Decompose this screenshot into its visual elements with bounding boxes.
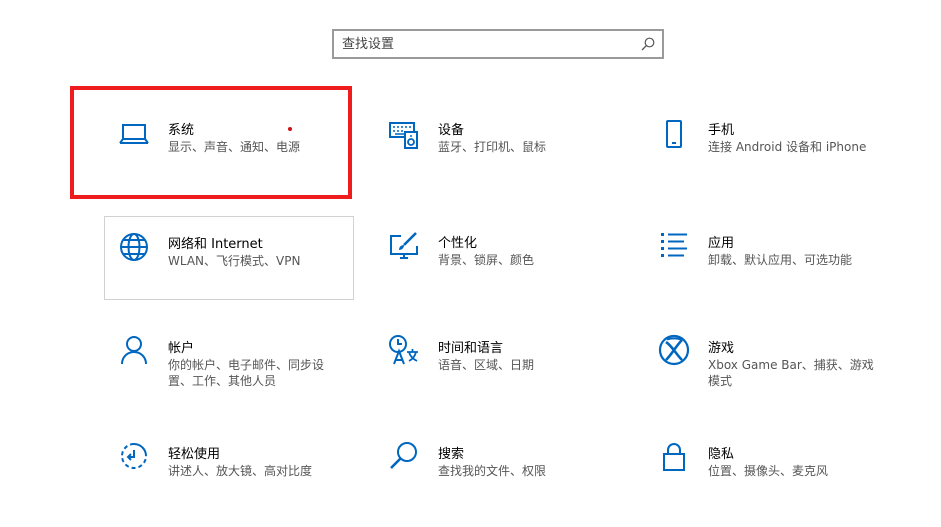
tile-title: 设备	[438, 123, 465, 138]
tile-description: 查找我的文件、权限	[438, 464, 547, 478]
person-icon	[118, 334, 150, 366]
search-input[interactable]	[342, 34, 632, 54]
tile-gaming[interactable]: 游戏 Xbox Game Bar、捕获、游戏模式	[644, 320, 894, 420]
tile-ease-of-access[interactable]: 轻松使用 讲述人、放大镜、高对比度	[104, 424, 354, 508]
tile-title: 隐私	[708, 447, 735, 462]
tile-phone[interactable]: 手机 连接 Android 设备和 iPhone	[644, 100, 894, 184]
tile-title: 轻松使用	[168, 447, 221, 462]
tile-title: 应用	[708, 236, 735, 251]
phone-icon	[658, 118, 690, 150]
globe-icon	[118, 231, 150, 263]
tile-time-language[interactable]: 时间和语言 语音、区域、日期	[374, 320, 624, 404]
tile-description: 蓝牙、打印机、鼠标	[438, 140, 547, 154]
tile-title: 帐户	[168, 341, 195, 356]
paint-monitor-icon	[388, 230, 420, 262]
tile-description: WLAN、飞行模式、VPN	[168, 254, 301, 268]
tile-devices[interactable]: 设备 蓝牙、打印机、鼠标	[374, 100, 624, 184]
tile-description: 卸载、默认应用、可选功能	[708, 253, 853, 267]
search-icon[interactable]	[640, 36, 656, 52]
tile-description: 连接 Android 设备和 iPhone	[708, 140, 867, 154]
tile-apps[interactable]: 应用 卸载、默认应用、可选功能	[644, 216, 894, 300]
clock-language-icon	[388, 334, 420, 366]
search-box[interactable]	[332, 29, 664, 59]
tile-title: 网络和 Internet	[168, 237, 263, 252]
tile-description: Xbox Game Bar、捕获、游戏模式	[708, 358, 874, 388]
highlight-box	[70, 86, 352, 199]
tile-title: 搜索	[438, 447, 465, 462]
tile-description: 语音、区域、日期	[438, 358, 535, 372]
tile-accounts[interactable]: 帐户 你的帐户、电子邮件、同步设置、工作、其他人员	[104, 320, 354, 420]
keyboard-speaker-icon	[388, 118, 420, 150]
lock-icon	[658, 440, 690, 472]
tile-description: 位置、摄像头、麦克风	[708, 464, 829, 478]
tile-title: 个性化	[438, 236, 478, 251]
tile-description: 你的帐户、电子邮件、同步设置、工作、其他人员	[168, 358, 325, 388]
tile-search[interactable]: 搜索 查找我的文件、权限	[374, 424, 624, 508]
tile-personalization[interactable]: 个性化 背景、锁屏、颜色	[374, 216, 624, 300]
tile-title: 手机	[708, 123, 735, 138]
annotation-dot	[288, 127, 292, 131]
tile-title: 游戏	[708, 341, 735, 356]
apps-list-icon	[658, 230, 690, 262]
tile-network[interactable]: 网络和 Internet WLAN、飞行模式、VPN	[104, 216, 354, 300]
tile-privacy[interactable]: 隐私 位置、摄像头、麦克风	[644, 424, 894, 508]
ease-of-access-icon	[118, 440, 150, 472]
xbox-icon	[658, 334, 690, 366]
magnifier-icon	[388, 440, 420, 472]
tile-title: 时间和语言	[438, 341, 504, 356]
tile-description: 讲述人、放大镜、高对比度	[168, 464, 313, 478]
tile-description: 背景、锁屏、颜色	[438, 253, 535, 267]
